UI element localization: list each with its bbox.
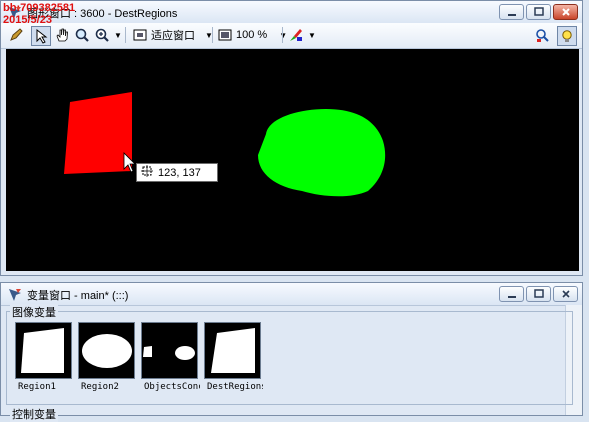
- chevron-down-icon: ▼: [279, 30, 288, 40]
- thumbnail-region1[interactable]: Region1: [15, 322, 72, 396]
- pan-tool[interactable]: [53, 26, 71, 44]
- zoom-tool[interactable]: [73, 26, 91, 44]
- thumbnail-image: [141, 322, 198, 379]
- image-canvas[interactable]: 123, 137: [6, 49, 579, 271]
- variable-window-titlebar[interactable]: 变量窗口 - main* (:::): [1, 283, 582, 306]
- thumbnail-label: ObjectsConc: [144, 382, 200, 392]
- thumbnail-label: DestRegions: [207, 382, 263, 392]
- fit-window-dropdown[interactable]: 适应窗口 ▼: [131, 26, 213, 44]
- thumbnail-label: Region2: [81, 382, 119, 392]
- zoom-menu[interactable]: ▼: [93, 26, 122, 44]
- thumbnail-image: [78, 322, 135, 379]
- thumbnail-objectsconc[interactable]: ObjectsConc: [141, 322, 200, 396]
- graphics-window-titlebar[interactable]: 图形窗口 : 3600 - DestRegions: [1, 1, 582, 24]
- pencil-icon: [7, 26, 25, 44]
- pointer-tool[interactable]: [31, 26, 51, 46]
- coordinate-tooltip: 123, 137: [136, 163, 218, 182]
- green-region: [258, 109, 386, 197]
- fit-window-icon: [131, 26, 149, 44]
- toolbar-separator: [212, 27, 213, 43]
- fit-window-label: 适应窗口: [151, 30, 195, 42]
- chevron-down-icon: ▼: [308, 30, 316, 40]
- magnifier-icon: [73, 26, 91, 44]
- zoom-percent-label: 100 %: [236, 29, 268, 41]
- zoom-plus-icon: [93, 26, 111, 44]
- thumbnail-destregions[interactable]: DestRegions: [204, 322, 263, 396]
- zoom-percent-icon: [216, 26, 234, 44]
- toolbar-separator: [282, 27, 283, 43]
- paint-brush-icon: [287, 26, 305, 44]
- zoom-percent-dropdown[interactable]: 100 % ▼: [216, 26, 287, 44]
- thumbnail-label: Region1: [18, 382, 56, 392]
- toolbar-separator: [125, 27, 126, 43]
- halcon-window-icon: [7, 287, 23, 303]
- control-variables-label: 控制变量: [10, 406, 58, 422]
- pencil-tool[interactable]: [7, 26, 25, 44]
- variable-window-title: 变量窗口 - main* (:::): [27, 290, 129, 302]
- maximize-button[interactable]: [526, 4, 551, 20]
- pointer-icon: [32, 27, 50, 45]
- thumbnail-region2[interactable]: Region2: [78, 322, 135, 396]
- lightbulb-button[interactable]: [557, 26, 577, 46]
- regions-drawing: [64, 92, 386, 197]
- lightbulb-icon: [558, 27, 576, 45]
- draw-settings-menu[interactable]: ▼: [287, 26, 316, 44]
- minimize-button[interactable]: [499, 286, 524, 302]
- red-region: [64, 92, 132, 174]
- close-button[interactable]: [553, 4, 578, 20]
- maximize-button[interactable]: [526, 286, 551, 302]
- minimize-button[interactable]: [499, 4, 524, 20]
- crosshair-icon: [141, 165, 153, 180]
- graphics-window: 图形窗口 : 3600 - DestRegions ▼ 适应窗口 ▼ 100 %…: [0, 0, 583, 276]
- hand-icon: [53, 26, 71, 44]
- inspect-icon: [533, 26, 551, 44]
- coordinate-readout: 123, 137: [158, 166, 201, 179]
- thumbnail-image: [15, 322, 72, 379]
- overlay-qq-text: bb:709382581: [3, 2, 76, 14]
- overlay-date-text: 2015/5/23: [3, 14, 52, 26]
- image-variables-label: 图像变量: [10, 304, 58, 320]
- thumbnail-image: [204, 322, 261, 379]
- chevron-down-icon: ▼: [114, 30, 122, 40]
- graphics-toolbar: ▼ 适应窗口 ▼ 100 % ▼ ▼: [1, 23, 582, 49]
- inspect-button[interactable]: [533, 26, 551, 44]
- close-button[interactable]: [553, 286, 578, 302]
